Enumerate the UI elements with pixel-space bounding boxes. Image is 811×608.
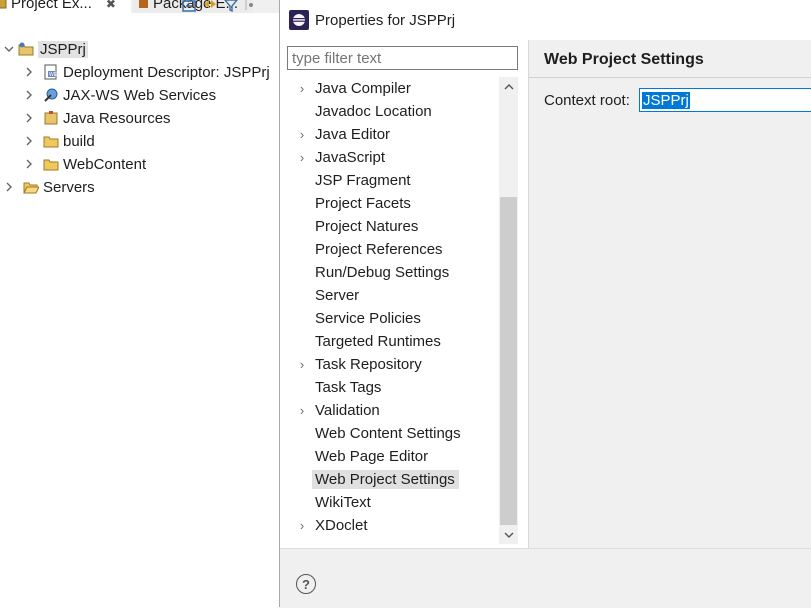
nav-item-web-page-editor[interactable]: Web Page Editor [280,445,432,468]
nav-item-project-natures[interactable]: Project Natures [280,215,422,238]
nav-item-task-tags[interactable]: Task Tags [280,376,385,399]
collapse-all-icon[interactable] [182,0,196,12]
dialog-title: Properties for JSPPrj [315,11,456,29]
explorer-toolbar [182,0,254,12]
tree-item-label: Java Resources [63,109,171,127]
java-resources-icon [44,111,58,125]
tab-project-explorer[interactable]: Project Ex... ✖ [0,0,131,13]
close-icon[interactable]: ✖ [106,0,116,11]
filter-input[interactable] [287,46,518,70]
nav-item-web-project-settings[interactable]: Web Project Settings [280,468,459,491]
chevron-right-icon[interactable]: › [295,150,309,165]
properties-nav-panel: ›Java Compiler Javadoc Location ›Java Ed… [280,40,528,548]
chevron-right-icon[interactable] [23,89,35,101]
tab-project-explorer-label: Project Ex... [11,0,92,12]
properties-dialog: Properties for JSPPrj ›Java Compiler Jav… [279,0,811,608]
tree-item-label: Deployment Descriptor: JSPPrj [63,63,270,81]
nav-item-wikitext[interactable]: WikiText [280,491,375,514]
nav-item-javascript[interactable]: › JavaScript [280,146,389,169]
tree-item-label: build [63,132,95,150]
chevron-right-icon[interactable] [23,158,35,170]
nav-item-web-content-settings[interactable]: Web Content Settings [280,422,465,445]
web-services-icon [44,88,58,102]
view-menu-icon[interactable] [244,0,254,12]
chevron-right-icon[interactable] [23,135,35,147]
nav-item-project-facets[interactable]: Project Facets [280,192,415,215]
chevron-down-icon[interactable] [3,43,15,55]
nav-item-jsp-fragment[interactable]: JSP Fragment [280,169,415,192]
scroll-down-arrow-icon[interactable] [499,525,518,544]
nav-item-javadoc-location[interactable]: Javadoc Location [280,100,436,123]
filter-icon[interactable] [224,0,238,12]
deployment-descriptor-icon: WE [44,64,58,80]
tree-item-java-resources[interactable]: Java Resources [23,107,171,129]
nav-item-java-editor[interactable]: › Java Editor [280,123,394,146]
folder-open-icon [23,182,39,194]
explorer-tab-bar: Project Ex... ✖ Package E... [0,0,279,13]
eclipse-icon [289,10,309,30]
nav-item-task-repository[interactable]: › Task Repository [280,353,426,376]
folder-icon [43,159,59,171]
scrollbar-thumb[interactable] [500,197,517,525]
page-title: Web Project Settings [544,51,704,68]
nav-item-targeted-runtimes[interactable]: Targeted Runtimes [280,330,445,353]
nav-item-validation[interactable]: › Validation [280,399,384,422]
chevron-right-icon[interactable] [23,66,35,78]
svg-text:WE: WE [49,72,58,78]
tree-item-label: Servers [43,178,95,196]
chevron-right-icon[interactable] [23,112,35,124]
context-root-label: Context root: [544,92,630,109]
chevron-right-icon[interactable]: › [295,357,309,372]
chevron-right-icon[interactable]: › [295,403,309,418]
chevron-right-icon[interactable]: › [295,81,309,96]
project-explorer-icon [0,0,7,8]
tree-item-label: JAX-WS Web Services [63,86,217,104]
tree-item-label: WebContent [63,155,147,173]
chevron-right-icon[interactable] [3,181,15,193]
tree-item-deployment-descriptor[interactable]: WE Deployment Descriptor: JSPPrj [23,61,270,83]
tree-item-build[interactable]: build [23,130,95,152]
dialog-button-bar: ? [280,548,811,608]
nav-item-project-references[interactable]: Project References [280,238,447,261]
context-root-input[interactable]: JSPPrj [639,88,811,112]
context-root-value: JSPPrj [642,91,690,109]
tree-item-label: JSPPrj [38,40,88,58]
package-explorer-icon [139,0,148,8]
property-page: Web Project Settings Context root: JSPPr… [529,40,811,548]
folder-icon [43,136,59,148]
project-explorer-view: Project Ex... ✖ Package E... JSPPrj WE D… [0,0,279,607]
nav-item-service-policies[interactable]: Service Policies [280,307,425,330]
scroll-up-arrow-icon[interactable] [499,77,518,96]
tree-item-jspprj[interactable]: JSPPrj [3,38,88,60]
help-icon[interactable]: ? [296,574,316,594]
tree-item-webcontent[interactable]: WebContent [23,153,146,175]
chevron-right-icon[interactable]: › [295,518,309,533]
nav-item-java-compiler[interactable]: › Java Compiler [280,77,415,100]
chevron-right-icon[interactable]: › [295,127,309,142]
link-with-editor-icon[interactable] [202,0,218,12]
nav-scrollbar[interactable] [499,77,518,544]
project-icon [18,42,34,56]
tree-item-jax-ws[interactable]: JAX-WS Web Services [23,84,216,106]
tree-item-servers[interactable]: Servers [3,176,95,198]
nav-item-server[interactable]: Server [280,284,363,307]
nav-item-run-debug-settings[interactable]: Run/Debug Settings [280,261,453,284]
dialog-title-bar[interactable]: Properties for JSPPrj [280,0,811,40]
nav-item-xdoclet[interactable]: › XDoclet [280,514,372,537]
page-title-separator [529,77,811,78]
